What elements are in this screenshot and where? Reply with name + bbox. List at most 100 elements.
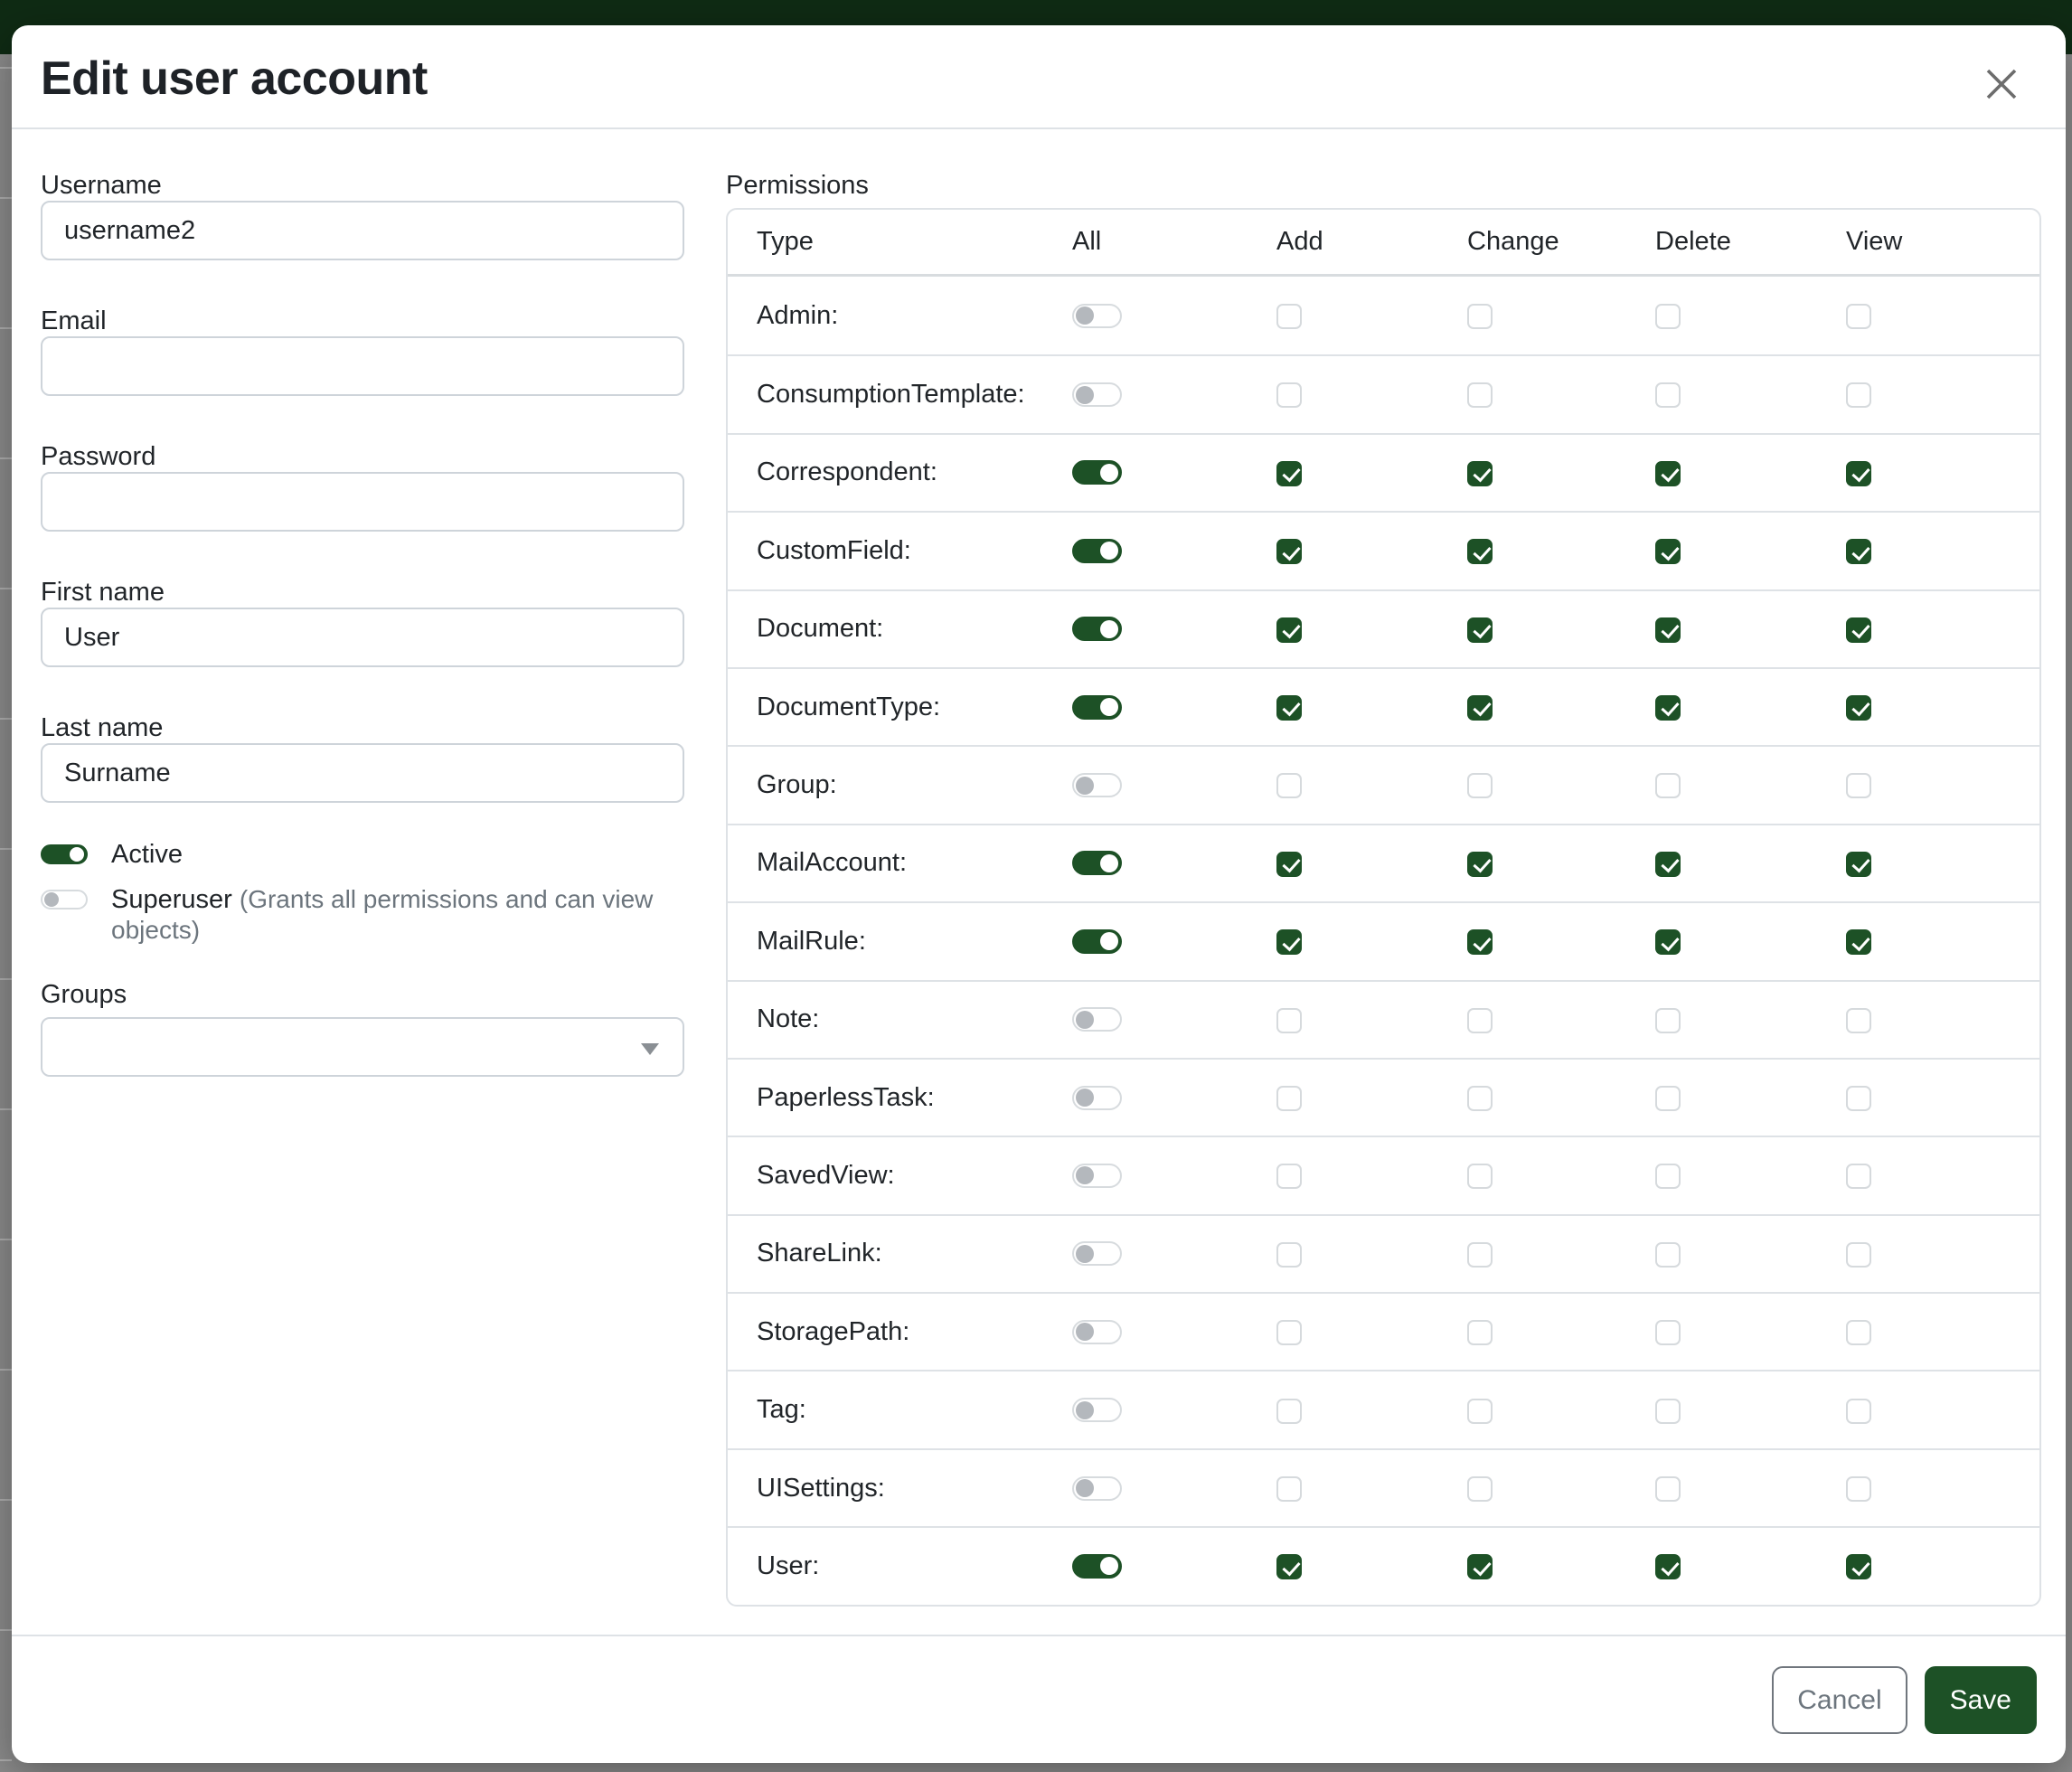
checkbox-paperlesstask-add[interactable] [1276, 1086, 1302, 1111]
checkbox-paperlesstask-view[interactable] [1846, 1086, 1871, 1111]
checkbox-consumptiontemplate-change[interactable] [1467, 382, 1493, 408]
checkbox-mailrule-view[interactable] [1846, 929, 1871, 955]
checkbox-documenttype-delete[interactable] [1655, 695, 1681, 721]
checkbox-consumptiontemplate-delete[interactable] [1655, 382, 1681, 408]
checkbox-admin-delete[interactable] [1655, 304, 1681, 329]
checkbox-group-add[interactable] [1276, 773, 1302, 798]
checkbox-group-delete[interactable] [1655, 773, 1681, 798]
checkbox-sharelink-add[interactable] [1276, 1242, 1302, 1268]
checkbox-uisettings-change[interactable] [1467, 1476, 1493, 1502]
toggle-savedview-all[interactable] [1072, 1164, 1122, 1188]
checkbox-mailaccount-change[interactable] [1467, 852, 1493, 877]
toggle-group-all[interactable] [1072, 773, 1122, 797]
checkbox-documenttype-change[interactable] [1467, 695, 1493, 721]
last-name-field[interactable] [41, 743, 684, 803]
checkbox-correspondent-delete[interactable] [1655, 461, 1681, 486]
email-field[interactable] [41, 336, 684, 396]
checkbox-tag-add[interactable] [1276, 1399, 1302, 1424]
checkbox-consumptiontemplate-add[interactable] [1276, 382, 1302, 408]
checkbox-customfield-delete[interactable] [1655, 539, 1681, 564]
toggle-customfield-all[interactable] [1072, 539, 1122, 563]
checkbox-consumptiontemplate-view[interactable] [1846, 382, 1871, 408]
checkbox-group-view[interactable] [1846, 773, 1871, 798]
cancel-button[interactable]: Cancel [1772, 1666, 1907, 1734]
toggle-documenttype-all[interactable] [1072, 695, 1122, 720]
checkbox-documenttype-view[interactable] [1846, 695, 1871, 721]
checkbox-paperlesstask-delete[interactable] [1655, 1086, 1681, 1111]
toggle-storagepath-all[interactable] [1072, 1320, 1122, 1344]
checkbox-documenttype-add[interactable] [1276, 695, 1302, 721]
groups-select[interactable] [41, 1017, 684, 1077]
checkbox-tag-delete[interactable] [1655, 1399, 1681, 1424]
checkbox-correspondent-add[interactable] [1276, 461, 1302, 486]
checkbox-tag-view[interactable] [1846, 1399, 1871, 1424]
checkbox-customfield-add[interactable] [1276, 539, 1302, 564]
checkbox-sharelink-view[interactable] [1846, 1242, 1871, 1268]
first-name-field[interactable] [41, 608, 684, 667]
checkbox-note-view[interactable] [1846, 1008, 1871, 1033]
toggle-note-all[interactable] [1072, 1007, 1122, 1032]
checkbox-paperlesstask-change[interactable] [1467, 1086, 1493, 1111]
checkbox-sharelink-delete[interactable] [1655, 1242, 1681, 1268]
checkbox-uisettings-delete[interactable] [1655, 1476, 1681, 1502]
toggle-user-all[interactable] [1072, 1554, 1122, 1579]
toggle-uisettings-all[interactable] [1072, 1476, 1122, 1501]
checkbox-note-delete[interactable] [1655, 1008, 1681, 1033]
active-toggle[interactable] [41, 844, 88, 864]
permission-type-label: Group: [728, 745, 1072, 823]
checkbox-storagepath-change[interactable] [1467, 1320, 1493, 1345]
toggle-correspondent-all[interactable] [1072, 460, 1122, 485]
permission-type-label: MailAccount: [728, 824, 1072, 901]
checkbox-customfield-change[interactable] [1467, 539, 1493, 564]
checkbox-savedview-delete[interactable] [1655, 1164, 1681, 1189]
checkbox-storagepath-view[interactable] [1846, 1320, 1871, 1345]
checkbox-mailrule-add[interactable] [1276, 929, 1302, 955]
modal-title: Edit user account [41, 51, 428, 107]
toggle-mailrule-all[interactable] [1072, 929, 1122, 954]
checkbox-admin-add[interactable] [1276, 304, 1302, 329]
checkbox-savedview-view[interactable] [1846, 1164, 1871, 1189]
toggle-tag-all[interactable] [1072, 1398, 1122, 1422]
checkbox-admin-change[interactable] [1467, 304, 1493, 329]
checkbox-correspondent-view[interactable] [1846, 461, 1871, 486]
toggle-mailaccount-all[interactable] [1072, 851, 1122, 875]
superuser-toggle[interactable] [41, 890, 88, 910]
checkbox-mailrule-change[interactable] [1467, 929, 1493, 955]
toggle-consumptiontemplate-all[interactable] [1072, 382, 1122, 407]
checkbox-mailaccount-delete[interactable] [1655, 852, 1681, 877]
checkbox-user-delete[interactable] [1655, 1554, 1681, 1579]
checkbox-group-change[interactable] [1467, 773, 1493, 798]
toggle-sharelink-all[interactable] [1072, 1241, 1122, 1266]
checkbox-document-delete[interactable] [1655, 617, 1681, 643]
checkbox-mailaccount-add[interactable] [1276, 852, 1302, 877]
checkbox-document-add[interactable] [1276, 617, 1302, 643]
checkbox-admin-view[interactable] [1846, 304, 1871, 329]
close-button[interactable] [1973, 56, 2030, 115]
checkbox-savedview-change[interactable] [1467, 1164, 1493, 1189]
permission-row-consumptiontemplate: ConsumptionTemplate: [728, 354, 2039, 432]
checkbox-tag-change[interactable] [1467, 1399, 1493, 1424]
checkbox-mailaccount-view[interactable] [1846, 852, 1871, 877]
checkbox-user-view[interactable] [1846, 1554, 1871, 1579]
password-field[interactable] [41, 472, 684, 532]
checkbox-mailrule-delete[interactable] [1655, 929, 1681, 955]
checkbox-document-change[interactable] [1467, 617, 1493, 643]
checkbox-uisettings-view[interactable] [1846, 1476, 1871, 1502]
checkbox-storagepath-delete[interactable] [1655, 1320, 1681, 1345]
save-button[interactable]: Save [1925, 1666, 2037, 1734]
checkbox-storagepath-add[interactable] [1276, 1320, 1302, 1345]
checkbox-customfield-view[interactable] [1846, 539, 1871, 564]
username-input[interactable] [41, 201, 684, 260]
checkbox-sharelink-change[interactable] [1467, 1242, 1493, 1268]
checkbox-note-add[interactable] [1276, 1008, 1302, 1033]
checkbox-user-change[interactable] [1467, 1554, 1493, 1579]
checkbox-savedview-add[interactable] [1276, 1164, 1302, 1189]
toggle-document-all[interactable] [1072, 617, 1122, 641]
checkbox-uisettings-add[interactable] [1276, 1476, 1302, 1502]
checkbox-correspondent-change[interactable] [1467, 461, 1493, 486]
checkbox-note-change[interactable] [1467, 1008, 1493, 1033]
toggle-admin-all[interactable] [1072, 304, 1122, 328]
toggle-paperlesstask-all[interactable] [1072, 1086, 1122, 1110]
checkbox-user-add[interactable] [1276, 1554, 1302, 1579]
checkbox-document-view[interactable] [1846, 617, 1871, 643]
